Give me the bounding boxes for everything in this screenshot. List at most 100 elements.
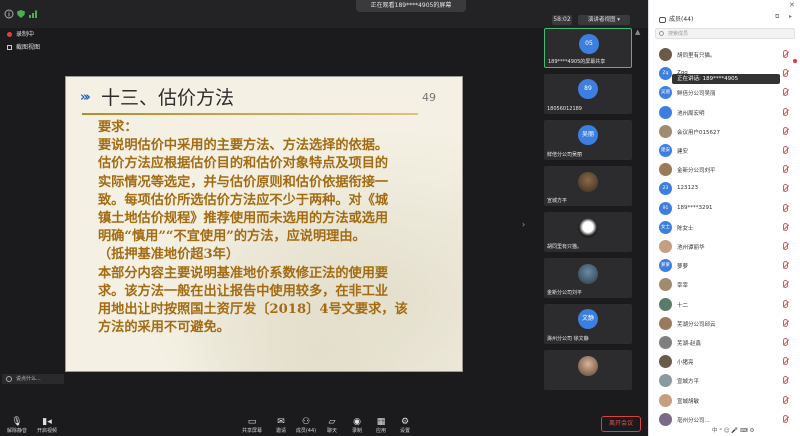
member-row[interactable]: 宣城方平 <box>649 372 800 390</box>
video-tile[interactable]: 胡同里有只猫。 <box>544 212 632 252</box>
scroll-up-icon[interactable]: ▲ <box>635 28 640 36</box>
slide-line: 致。每项估价所选估价方法应不少于两种。对《城 <box>98 192 389 208</box>
mic-muted-icon <box>783 88 788 97</box>
member-row[interactable]: 胡同里有只猫。 <box>649 46 800 64</box>
slide-line: 实际情况等选定，并与估价原则和估价依据衔接一 <box>98 174 389 190</box>
collapse-icon[interactable]: ▸ <box>789 13 792 20</box>
member-name: 189****3291 <box>677 204 713 211</box>
member-row[interactable]: 十二 <box>649 296 800 314</box>
mic-muted-icon <box>783 184 788 193</box>
avatar <box>659 316 672 330</box>
signal-icon[interactable] <box>28 9 38 19</box>
recording-panel: 录制中 截图视图 <box>2 28 46 58</box>
member-row[interactable]: 萝萝 萝萝 <box>649 257 800 275</box>
avatar: 吴丽 <box>578 125 598 145</box>
members-title-label: 成员(44) <box>669 16 694 23</box>
member-row[interactable]: 会议用户015627 <box>649 123 800 141</box>
video-tile[interactable]: 吴丽 鲜倍分公司吴丽 <box>544 120 632 160</box>
member-row[interactable]: 吴丽 鲜倍分公司吴丽 <box>649 84 800 102</box>
button-label: 解除静音 <box>6 428 27 434</box>
start-video-button[interactable]: ▮◂ 开启视频 <box>32 416 62 436</box>
slide-page-number: 49 <box>422 91 436 104</box>
button-label: 聊天 <box>326 428 337 434</box>
view-mode-dropdown[interactable]: 演讲者视图 ▾ <box>578 15 630 25</box>
avatar: Zq <box>659 67 672 81</box>
mic-muted-icon <box>783 69 788 78</box>
video-tile[interactable]: 05 189****4905的屏幕共享 <box>544 28 632 68</box>
member-row[interactable]: 女士 陈女士 <box>649 219 800 237</box>
slide-line: 明确“慎用”“不宜使用”的方法，应说明理由。 <box>98 229 366 245</box>
search-placeholder: 搜索成员 <box>668 31 689 37</box>
tile-name: 宣城方平 <box>547 198 568 204</box>
member-row[interactable]: 池州周宏明 <box>649 104 800 122</box>
video-tile[interactable] <box>544 350 632 390</box>
member-name: 芜湖-赵鑫 <box>677 341 701 347</box>
member-name: 会议用户015627 <box>677 129 720 136</box>
member-name: 池州谭丽华 <box>677 245 705 251</box>
member-search-input[interactable]: 搜索成员 <box>655 28 795 39</box>
screenshot-view-button[interactable]: 截图视图 <box>2 41 46 54</box>
member-name: 亳州分公司... <box>677 417 710 424</box>
mic-muted-icon <box>783 222 788 231</box>
member-row[interactable]: 宣城胡敏 <box>649 392 800 410</box>
unmute-button[interactable]: 🎙 解除静音 <box>2 416 32 436</box>
member-name: 萝萝 <box>677 264 689 271</box>
slide-line: 本部分内容主要说明基准地价系数修正法的使用要 <box>98 265 389 281</box>
chat-bubble-icon <box>6 376 12 382</box>
member-name: 胡同里有只猫。 <box>677 53 716 59</box>
expand-arrow-icon[interactable]: › <box>522 220 525 229</box>
pop-out-icon[interactable]: ⧉ <box>775 13 779 21</box>
tile-name: 滁州分公司 徐文静 <box>547 336 589 342</box>
leave-meeting-button[interactable]: 离开会议 <box>601 416 641 432</box>
mic-muted-icon <box>783 338 788 346</box>
member-row[interactable]: 宰宰 <box>649 276 800 294</box>
member-row[interactable]: 建安 建安 <box>649 142 800 160</box>
recording-status[interactable]: 录制中 <box>2 28 46 41</box>
record-dot-icon <box>7 32 12 37</box>
bottom-toolbar: 🎙 解除静音 ▮◂ 开启视频 ▭ 共享屏幕 ✉ 邀请 ⚇ 成员(44) ▱ 聊天 ◉ 录制 ▦… <box>0 414 648 436</box>
info-icon[interactable] <box>4 9 14 19</box>
member-name: 宣城胡敏 <box>677 398 700 405</box>
video-tile[interactable]: 89 18056012189 <box>544 74 632 114</box>
mic-muted-icon <box>783 50 788 58</box>
shared-slide: »› 十三、估价方法 49 要求： 要说明估价中采用的主要方法、方法选择的依据。… <box>65 76 463 372</box>
mic-muted-icon <box>783 126 788 135</box>
slide-line: 要求： <box>98 120 138 135</box>
video-tile[interactable]: 金新分公司刘平 <box>544 258 632 298</box>
members-panel-title: 成员(44) <box>659 14 693 23</box>
avatar: 文静 <box>578 309 598 329</box>
tile-name: 金新分公司刘平 <box>547 290 583 296</box>
video-tile[interactable]: 文静 滁州分公司 徐文静 <box>544 304 632 344</box>
member-row[interactable]: 芜湖-赵鑫 <box>649 334 800 352</box>
member-name: 芜湖分公司邱云 <box>677 321 716 328</box>
video-tile[interactable]: 宣城方平 <box>544 166 632 206</box>
close-icon[interactable]: ✕ <box>789 1 795 9</box>
member-row[interactable]: 池州谭丽华 <box>649 238 800 256</box>
member-row[interactable]: 金新分公司刘平 <box>649 161 800 179</box>
slide-line: 镇土地估价规程》推荐使用而未选用的方法或选用 <box>98 211 389 227</box>
share-banner[interactable]: 正在观看189****4905的屏幕 <box>356 0 466 12</box>
member-row[interactable]: 芜湖分公司邱云 <box>649 315 800 333</box>
member-row[interactable]: 91 189****3291 <box>649 200 800 218</box>
avatar <box>659 105 672 119</box>
speaking-tooltip: 正在讲话: 189****4905 <box>672 74 780 84</box>
member-row[interactable]: 小猪亮 <box>649 353 800 371</box>
security-shield-icon[interactable] <box>16 9 26 19</box>
video-gallery: 05 189****4905的屏幕共享 89 18056012189 吴丽 鲜倍… <box>544 28 632 414</box>
avatar <box>659 374 672 388</box>
member-row[interactable]: 23 123123 <box>649 180 800 198</box>
avatar: 05 <box>579 34 599 54</box>
button-label: 邀请 <box>275 428 286 434</box>
chat-input[interactable]: 说点什么... <box>2 374 64 384</box>
avatar <box>659 240 672 253</box>
avatar: 建安 <box>659 144 672 157</box>
title-rule <box>82 113 418 115</box>
settings-button[interactable]: ⚙ 设置 <box>390 416 420 436</box>
avatar <box>659 124 672 138</box>
mic-muted-icon <box>783 146 788 154</box>
meeting-window: 正在观看189****4905的屏幕 58:02 演讲者视图 ▾ 录制中 截图视… <box>0 0 800 436</box>
avatar <box>659 355 672 369</box>
camera-off-icon: ▮◂ <box>42 417 52 427</box>
chat-placeholder: 说点什么... <box>16 376 41 382</box>
share-screen-button[interactable]: ▭ 共享屏幕 <box>237 416 267 436</box>
